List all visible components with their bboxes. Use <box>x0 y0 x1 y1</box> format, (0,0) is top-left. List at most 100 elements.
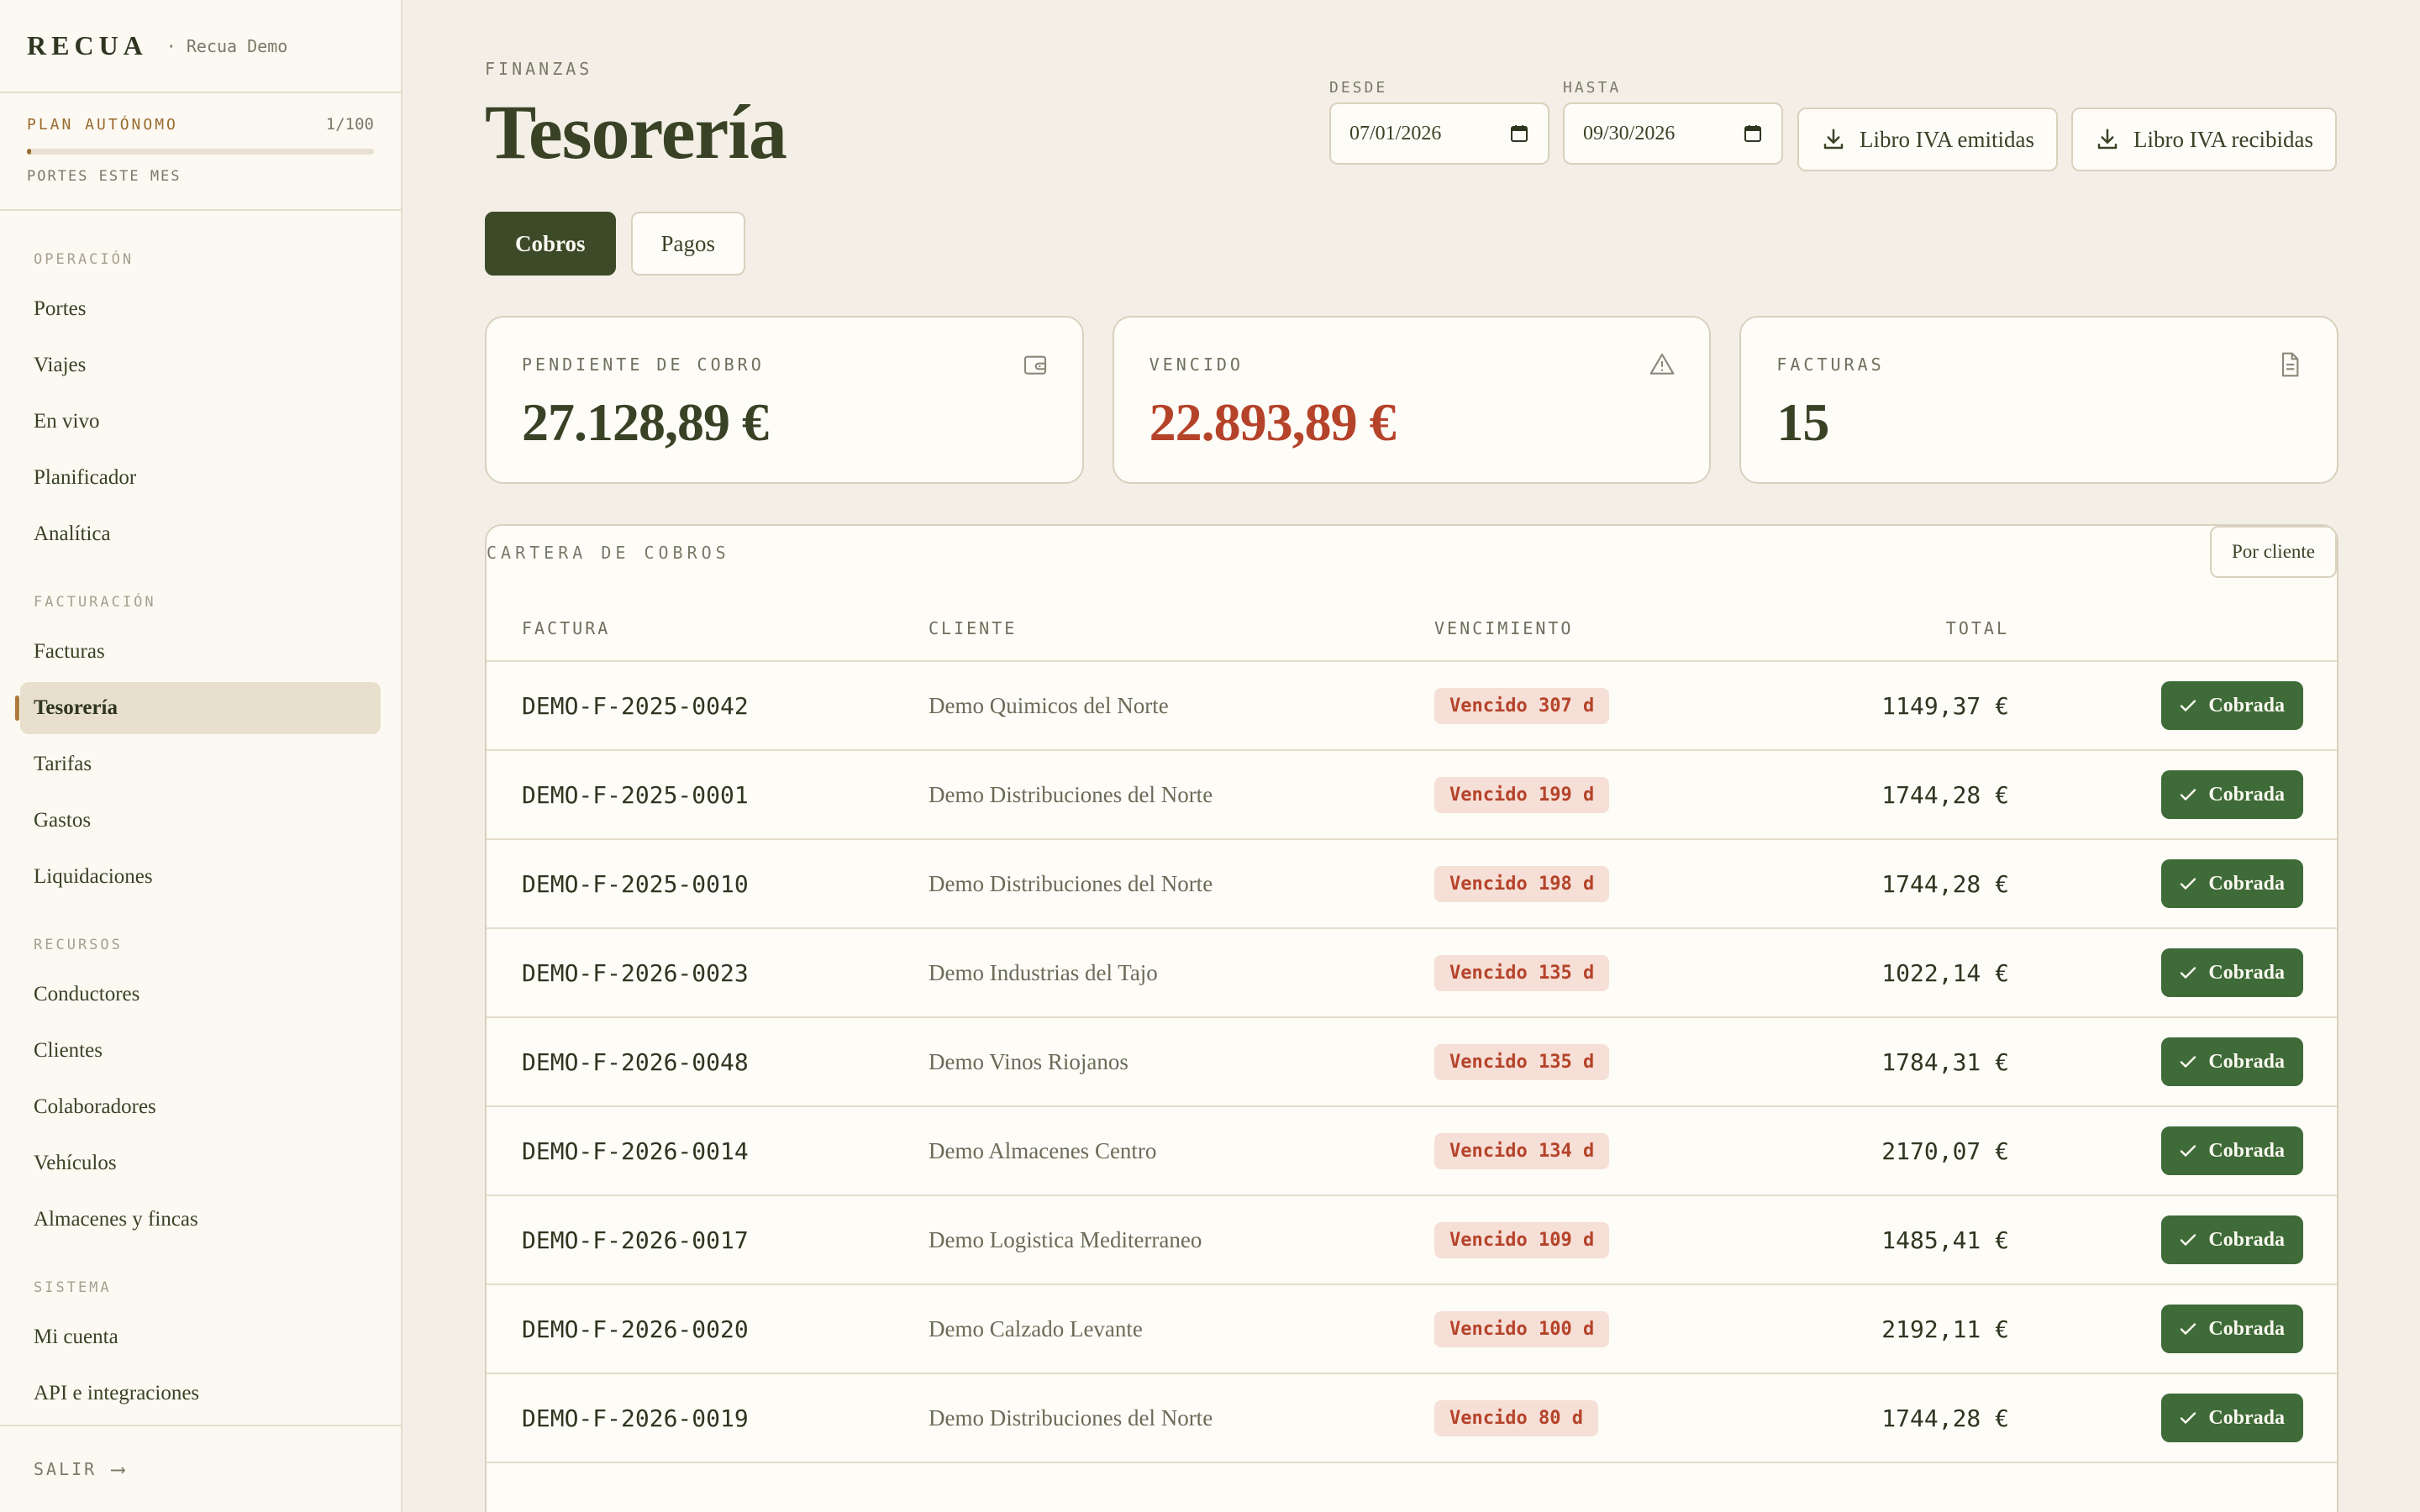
date-to-group: HASTA 09/30/2026 <box>1563 79 1783 165</box>
sidebar-item-portes[interactable]: Portes <box>20 283 381 335</box>
invoice-total: 1744,28 € <box>1881 780 2009 809</box>
invoice-number[interactable]: DEMO-F-2026-0048 <box>522 1018 749 1105</box>
mark-cobrada-label: Cobrada <box>2208 1050 2285 1073</box>
client-name: Demo Almacenes Centro <box>929 1137 1157 1163</box>
card-vencido-value: 22.893,89 € <box>1149 392 1397 452</box>
sidebar-item-api-e-integraciones[interactable]: API e integraciones <box>20 1368 381 1420</box>
invoice-number[interactable]: DEMO-F-2026-0023 <box>522 929 749 1016</box>
overdue-badge: Vencido 307 d <box>1434 687 1610 724</box>
invoice-number[interactable]: DEMO-F-2026-0017 <box>522 1196 749 1284</box>
sidebar-item-colaboradores[interactable]: Colaboradores <box>20 1081 381 1133</box>
column-cliente[interactable]: CLIENTE <box>929 618 1017 638</box>
mark-cobrada-button[interactable]: Cobrada <box>2161 948 2303 997</box>
mark-cobrada-button[interactable]: Cobrada <box>2161 1037 2303 1086</box>
wallet-icon <box>1023 355 1046 375</box>
sidebar-item-conductores[interactable]: Conductores <box>20 969 381 1021</box>
date-from-input[interactable]: 07/01/2026 <box>1329 102 1549 165</box>
invoice-number[interactable]: DEMO-F-2025-0001 <box>522 751 749 838</box>
group-by-client-button[interactable]: Por cliente <box>2210 526 2337 578</box>
due-cell: Vencido 100 d <box>1434 1285 1610 1373</box>
tab-pagos[interactable]: Pagos <box>630 212 746 276</box>
check-icon <box>2181 878 2196 890</box>
sidebar-nav: OPERACIÓN Portes Viajes En vivo Planificador… <box>0 251 401 1420</box>
nav-section-title: RECURSOS <box>34 937 123 953</box>
table-row[interactable]: DEMO-F-2026-0019 Demo Distribuciones del … <box>487 1374 2337 1463</box>
mark-cobrada-label: Cobrada <box>2208 1317 2285 1340</box>
table-row[interactable]: DEMO-F-2025-0001 Demo Distribuciones del … <box>487 751 2337 840</box>
plan-usage: PLAN AUTÓNOMO 1/100 PORTES ESTE MES <box>0 93 401 211</box>
column-vencimiento[interactable]: VENCIMIENTO <box>1434 618 1573 638</box>
plan-name: PLAN AUTÓNOMO <box>27 115 178 134</box>
mark-cobrada-button[interactable]: Cobrada <box>2161 859 2303 908</box>
libro-iva-emitidas-button[interactable]: Libro IVA emitidas <box>1797 108 2058 171</box>
calendar-icon[interactable] <box>1743 123 1763 144</box>
due-cell: Vencido 134 d <box>1434 1107 1610 1194</box>
table-title: CARTERA DE COBROS <box>487 543 730 563</box>
plan-progress-fill <box>27 149 31 155</box>
logout-button[interactable]: SALIR ⟶ <box>0 1425 401 1512</box>
download-icon <box>2097 129 2118 150</box>
invoice-number[interactable]: DEMO-F-2026-0020 <box>522 1285 749 1373</box>
invoice-total: 1784,31 € <box>1881 1047 2009 1076</box>
overdue-badge: Vencido 135 d <box>1434 954 1610 991</box>
sidebar-item-tarifas[interactable]: Tarifas <box>20 738 381 790</box>
table-row[interactable]: DEMO-F-2026-0014 Demo Almacenes Centro Ven… <box>487 1107 2337 1196</box>
column-factura[interactable]: FACTURA <box>522 618 610 638</box>
invoice-number[interactable]: DEMO-F-2026-0019 <box>522 1374 749 1462</box>
sidebar-item-analitica[interactable]: Analítica <box>20 508 381 560</box>
sidebar-item-en-vivo[interactable]: En vivo <box>20 396 381 448</box>
sidebar-item-mi-cuenta[interactable]: Mi cuenta <box>20 1311 381 1363</box>
mark-cobrada-button[interactable]: Cobrada <box>2161 1126 2303 1175</box>
sidebar-item-viajes[interactable]: Viajes <box>20 339 381 391</box>
mark-cobrada-button[interactable]: Cobrada <box>2161 681 2303 730</box>
check-icon <box>2181 1412 2196 1424</box>
invoice-total: 1485,41 € <box>1881 1226 2009 1254</box>
mark-cobrada-label: Cobrada <box>2208 694 2285 717</box>
table-row[interactable]: DEMO-F-2026-0048 Demo Vinos Riojanos Venci… <box>487 1018 2337 1107</box>
table-row[interactable]: DEMO-F-2026-0023 Demo Industrias del Tajo… <box>487 929 2337 1018</box>
sidebar-item-almacenes-y-fincas[interactable]: Almacenes y fincas <box>20 1194 381 1246</box>
brand-logo[interactable]: RECUA <box>27 30 148 61</box>
sidebar-item-planificador[interactable]: Planificador <box>20 452 381 504</box>
mark-cobrada-button[interactable]: Cobrada <box>2161 1305 2303 1353</box>
check-icon <box>2181 1145 2196 1157</box>
column-total[interactable]: TOTAL <box>1946 618 2009 638</box>
sidebar-item-liquidaciones[interactable]: Liquidaciones <box>20 851 381 903</box>
warning-icon <box>1649 353 1675 375</box>
libro-iva-recibidas-button[interactable]: Libro IVA recibidas <box>2071 108 2337 171</box>
invoice-number[interactable]: DEMO-F-2025-0010 <box>522 840 749 927</box>
table-row[interactable]: DEMO-F-2025-0010 Demo Distribuciones del … <box>487 840 2337 929</box>
action-cell: Cobrada <box>2161 1196 2303 1284</box>
sidebar-item-vehiculos[interactable]: Vehículos <box>20 1137 381 1189</box>
invoice-total: 1022,14 € <box>1881 958 2009 987</box>
invoice-number[interactable]: DEMO-F-2025-0042 <box>522 662 749 749</box>
card-facturas: FACTURAS 15 <box>1739 316 2339 484</box>
sidebar-item-tesoreria[interactable]: Tesorería <box>15 682 381 734</box>
table-row[interactable]: DEMO-F-2025-0042 Demo Quimicos del Norte V… <box>487 662 2337 751</box>
workspace-name: · Recua Demo <box>166 35 288 56</box>
sidebar-item-facturas[interactable]: Facturas <box>20 626 381 678</box>
page-title: Tesorería <box>485 89 787 175</box>
sidebar-item-gastos[interactable]: Gastos <box>20 795 381 847</box>
mark-cobrada-button[interactable]: Cobrada <box>2161 770 2303 819</box>
sidebar-item-clientes[interactable]: Clientes <box>20 1025 381 1077</box>
document-icon <box>2281 352 2299 377</box>
mark-cobrada-button[interactable]: Cobrada <box>2161 1394 2303 1442</box>
due-cell: Vencido 109 d <box>1434 1196 1610 1284</box>
libro-iva-recibidas-label: Libro IVA recibidas <box>2133 126 2313 152</box>
table-row[interactable]: DEMO-F-2026-0020 Demo Calzado Levante Venc… <box>487 1285 2337 1374</box>
check-icon <box>2181 700 2196 711</box>
action-cell: Cobrada <box>2161 1285 2303 1373</box>
mark-cobrada-label: Cobrada <box>2208 961 2285 984</box>
card-vencido: VENCIDO 22.893,89 € <box>1112 316 1712 484</box>
tabs: Cobros Pagos <box>485 212 746 276</box>
nav-section-title: FACTURACIÓN <box>34 594 156 611</box>
table-header: FACTURA CLIENTE VENCIMIENTO TOTAL <box>487 610 2337 662</box>
calendar-icon[interactable] <box>1509 123 1529 144</box>
date-to-input[interactable]: 09/30/2026 <box>1563 102 1783 165</box>
tab-cobros[interactable]: Cobros <box>485 212 616 276</box>
invoice-number[interactable]: DEMO-F-2026-0014 <box>522 1107 749 1194</box>
mark-cobrada-button[interactable]: Cobrada <box>2161 1215 2303 1264</box>
mark-cobrada-label: Cobrada <box>2208 783 2285 806</box>
table-row[interactable]: DEMO-F-2026-0017 Demo Logistica Mediterra… <box>487 1196 2337 1285</box>
